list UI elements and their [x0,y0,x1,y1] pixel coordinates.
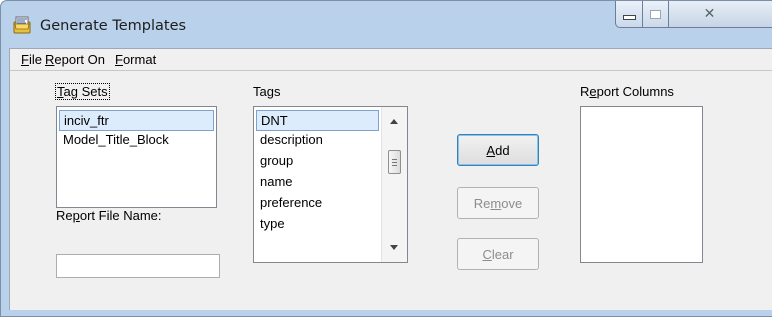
close-button[interactable]: ✕ [668,1,772,28]
dialog-client-area: File Report On Format Tag Sets inciv_ftr… [9,48,772,310]
clear-button-rest: lear [491,246,514,262]
clear-button-accel: C [482,246,492,262]
grip-line [392,162,397,163]
tag-item-dnt[interactable]: DNT [256,110,379,131]
menu-file-accel: F [21,52,29,67]
tag-item-description[interactable]: description [256,129,379,150]
tags-label-accel: g [266,84,274,99]
report-columns-listbox[interactable] [580,106,703,263]
report-file-name-label-post: ort File Name: [79,208,162,223]
clear-button[interactable]: Clear [457,238,539,270]
menu-bar: File Report On Format [10,49,772,69]
maximize-button[interactable] [642,1,669,28]
maximize-icon [650,9,661,19]
scroll-down-arrow-icon[interactable] [390,245,398,250]
menu-format[interactable]: Format [115,52,156,67]
remove-button[interactable]: Re m ove [457,187,539,219]
tag-set-item-inciv-ftr[interactable]: inciv_ftr [59,110,214,131]
tag-item-group[interactable]: group [256,150,379,171]
tag-item-type[interactable]: type [256,213,379,234]
report-columns-label-accel: e [589,84,597,99]
report-file-name-label-pre: Re [56,208,73,223]
menu-format-rest: ormat [122,52,157,67]
close-icon: ✕ [703,6,716,22]
grip-line [392,159,397,160]
add-button-rest: dd [495,142,510,158]
minimize-icon [622,14,636,20]
remove-button-pre: Re [473,195,491,211]
report-columns-label-pre: R [580,84,590,99]
menu-report-on-accel: R [45,52,55,67]
remove-button-post: ove [501,195,523,211]
tag-sets-label-rest: ag Sets [63,84,108,99]
tag-sets-listbox[interactable]: inciv_ftr Model_Title_Block [56,106,217,208]
menu-file[interactable]: File [21,52,42,67]
minimize-button[interactable] [615,1,643,28]
menu-file-rest: ile [28,52,42,67]
tags-label: Tags [253,84,280,99]
add-button[interactable]: Add [457,134,539,166]
report-file-name-label-accel: p [72,208,80,223]
tags-label-post: s [273,84,281,99]
tag-item-name[interactable]: name [256,171,379,192]
tags-listbox[interactable]: DNT description group name preference ty… [253,106,408,263]
menu-format-accel: F [115,52,123,67]
title-bar[interactable]: Generate Templates ✕ [1,1,772,48]
window-title: Generate Templates [40,18,187,34]
tag-item-preference[interactable]: preference [256,192,379,213]
add-button-accel: A [486,142,496,158]
menu-report-on-rest: eport On [54,52,105,67]
menu-report-on[interactable]: Report On [45,52,105,67]
app-icon[interactable] [13,16,31,34]
report-file-name-label: Report File Name: [56,208,162,223]
scroll-thumb[interactable] [388,150,401,174]
scroll-up-arrow-icon[interactable] [390,119,398,124]
report-columns-label-post: port Columns [596,84,674,99]
tags-label-pre: Ta [253,84,267,99]
tag-sets-label: Tag Sets [55,83,110,100]
caption-buttons: ✕ [615,1,772,30]
tag-set-item-model-title-block[interactable]: Model_Title_Block [59,129,214,150]
grip-line [392,165,397,166]
report-file-name-input[interactable] [56,254,220,278]
tags-scrollbar[interactable] [381,107,407,262]
generate-templates-window: Generate Templates ✕ File Report On Form… [0,0,772,317]
report-columns-label: Report Columns [580,84,674,99]
remove-button-accel: m [490,195,502,211]
